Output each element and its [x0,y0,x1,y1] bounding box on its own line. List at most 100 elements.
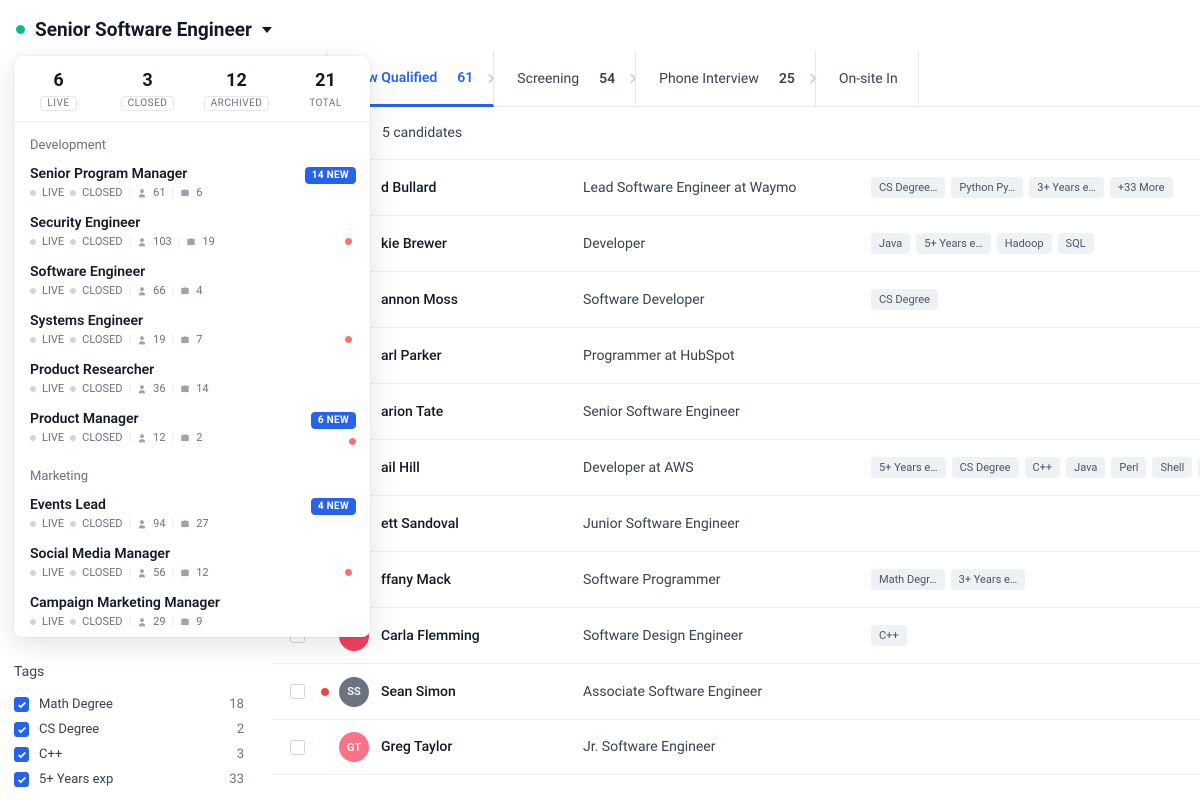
job-group-title: Marketing [14,453,370,490]
candidate-role: Senior Software Engineer [583,404,859,420]
job-group-title: Development [14,122,370,159]
candidate-row[interactable]: arion Tate Senior Software Engineer [272,383,1200,439]
summary-cell[interactable]: 3 CLOSED [103,56,192,121]
pipeline-stage[interactable]: On-site In [819,51,919,107]
avatar: SS [339,677,369,707]
tag-checkbox[interactable] [14,747,29,762]
candidate-tag[interactable]: 3+ Years e… [1029,177,1104,198]
candidate-role: Associate Software Engineer [583,684,859,700]
stage-count: 61 [457,70,473,86]
summary-count: 21 [281,70,370,91]
candidate-tag[interactable]: Math Degr… [871,569,945,590]
candidate-row[interactable]: Carla Flemming Software Design Engineer … [272,607,1200,663]
candidate-row[interactable]: SS Sean Simon Associate Software Enginee… [272,663,1200,719]
candidate-row[interactable]: ffany Mack Software Programmer Math Degr… [272,551,1200,607]
tag-count: 3 [237,747,244,762]
new-badge: 4 NEW [311,498,356,515]
tag-label: C++ [39,747,62,762]
summary-count: 12 [192,70,281,91]
candidate-tag[interactable]: CS Degree [871,289,938,310]
candidate-row[interactable]: annon Moss Software Developer CS Degree [272,271,1200,327]
alert-dot [345,238,352,245]
candidate-name: d Bullard [381,180,571,196]
candidate-row[interactable]: ett Sandoval Junior Software Engineer [272,495,1200,551]
candidate-name: Carla Flemming [381,628,571,644]
job-item[interactable]: Product Researcher LIVE CLOSED |36 |14 [14,355,370,404]
candidate-role: Jr. Software Engineer [583,739,859,755]
chevron-down-icon [262,27,272,33]
job-item-meta: LIVE CLOSED |19 |7 [30,333,354,346]
avatar: GT [339,732,369,762]
tag-filter-row[interactable]: Math Degree 18 [14,692,244,717]
summary-label: TOTAL [309,97,342,110]
job-item[interactable]: Software Engineer LIVE CLOSED |66 |4 [14,257,370,306]
candidate-tag[interactable]: SQL [1058,233,1094,254]
candidate-tag[interactable]: 3+ Years e… [951,569,1026,590]
candidate-tag[interactable]: CS Degree… [871,177,945,198]
candidate-tag[interactable]: CS Degree [952,457,1019,478]
row-checkbox[interactable] [290,684,305,699]
candidate-role: Software Design Engineer [583,628,859,644]
candidate-tag[interactable]: Perl [1111,457,1146,478]
alert-dot [345,569,352,576]
tag-count: 2 [237,722,244,737]
job-item[interactable]: Social Media Manager LIVE CLOSED |56 |12 [14,539,370,588]
candidate-role: Junior Software Engineer [583,516,859,532]
pipeline-stage[interactable]: Phone Interview 25 [639,51,816,107]
tag-filter-row[interactable]: 5+ Years exp 33 [14,767,244,792]
job-item-title: Social Media Manager [30,546,354,562]
candidate-name: annon Moss [381,292,571,308]
candidate-tag[interactable]: 5+ Years e… [871,457,946,478]
job-title-bar[interactable]: Senior Software Engineer [0,0,1200,55]
candidate-tag[interactable]: Python Py… [951,177,1023,198]
job-item-title: Product Researcher [30,362,354,378]
job-item-title: Campaign Marketing Manager [30,595,354,611]
candidate-name: ffany Mack [381,572,571,588]
candidate-row[interactable]: arl Parker Programmer at HubSpot [272,327,1200,383]
candidate-tag[interactable]: Shell [1152,457,1192,478]
stage-count: 25 [779,71,795,87]
candidate-row[interactable]: d Bullard Lead Software Engineer at Waym… [272,159,1200,215]
tag-checkbox[interactable] [14,772,29,787]
row-checkbox[interactable] [290,740,305,755]
summary-cell[interactable]: 21 TOTAL [281,56,370,121]
tag-count: 18 [229,697,244,712]
status-dot [321,688,329,696]
job-item[interactable]: Campaign Marketing Manager LIVE CLOSED |… [14,588,370,637]
new-badge: 6 NEW [311,412,356,429]
job-item-meta: LIVE CLOSED |36 |14 [30,382,354,395]
stage-name: Screening [517,71,579,87]
summary-label: CLOSED [121,96,175,111]
pipeline-stage[interactable]: Screening 54 [497,51,636,107]
stage-name: Phone Interview [659,71,759,87]
candidate-tag[interactable]: Hadoop [997,233,1052,254]
candidate-tag[interactable]: +33 More [1110,177,1173,198]
candidate-name: Greg Taylor [381,739,571,755]
pipeline-stages: 543 New Qualified 61 Screening 54 Phone … [262,51,1200,107]
summary-cell[interactable]: 6 LIVE [14,56,103,121]
tag-checkbox[interactable] [14,722,29,737]
tag-label: CS Degree [39,722,99,737]
candidate-tag[interactable]: C++ [1025,457,1061,478]
candidate-tag[interactable]: Java [1066,457,1105,478]
candidate-row[interactable]: GT Greg Taylor Jr. Software Engineer [272,719,1200,775]
candidate-row[interactable]: ail Hill Developer at AWS 5+ Years e…CS … [272,439,1200,495]
job-item[interactable]: Senior Program Manager LIVE CLOSED |61 |… [14,159,370,208]
job-item-title: Events Lead [30,497,354,513]
candidate-tag[interactable]: Java [871,233,910,254]
candidate-row[interactable]: kie Brewer Developer Java5+ Years e…Hado… [272,215,1200,271]
candidate-role: Programmer at HubSpot [583,348,859,364]
job-item[interactable]: Systems Engineer LIVE CLOSED |19 |7 [14,306,370,355]
job-item-title: Systems Engineer [30,313,354,329]
tag-checkbox[interactable] [14,697,29,712]
stage-count: 54 [599,71,615,87]
job-item[interactable]: Events Lead LIVE CLOSED |94 |27 4 NEW [14,490,370,539]
tag-filter-row[interactable]: CS Degree 2 [14,717,244,742]
job-item[interactable]: Product Manager LIVE CLOSED |12 |2 6 NEW [14,404,370,453]
candidate-tag[interactable]: 5+ Years e… [916,233,991,254]
tags-filter-panel: Tags Math Degree 18 CS Degree 2 C++ 3 5+… [14,664,244,792]
candidate-tag[interactable]: C++ [871,625,907,646]
tag-filter-row[interactable]: C++ 3 [14,742,244,767]
summary-cell[interactable]: 12 ARCHIVED [192,56,281,121]
job-item[interactable]: Security Engineer LIVE CLOSED |103 |19 [14,208,370,257]
